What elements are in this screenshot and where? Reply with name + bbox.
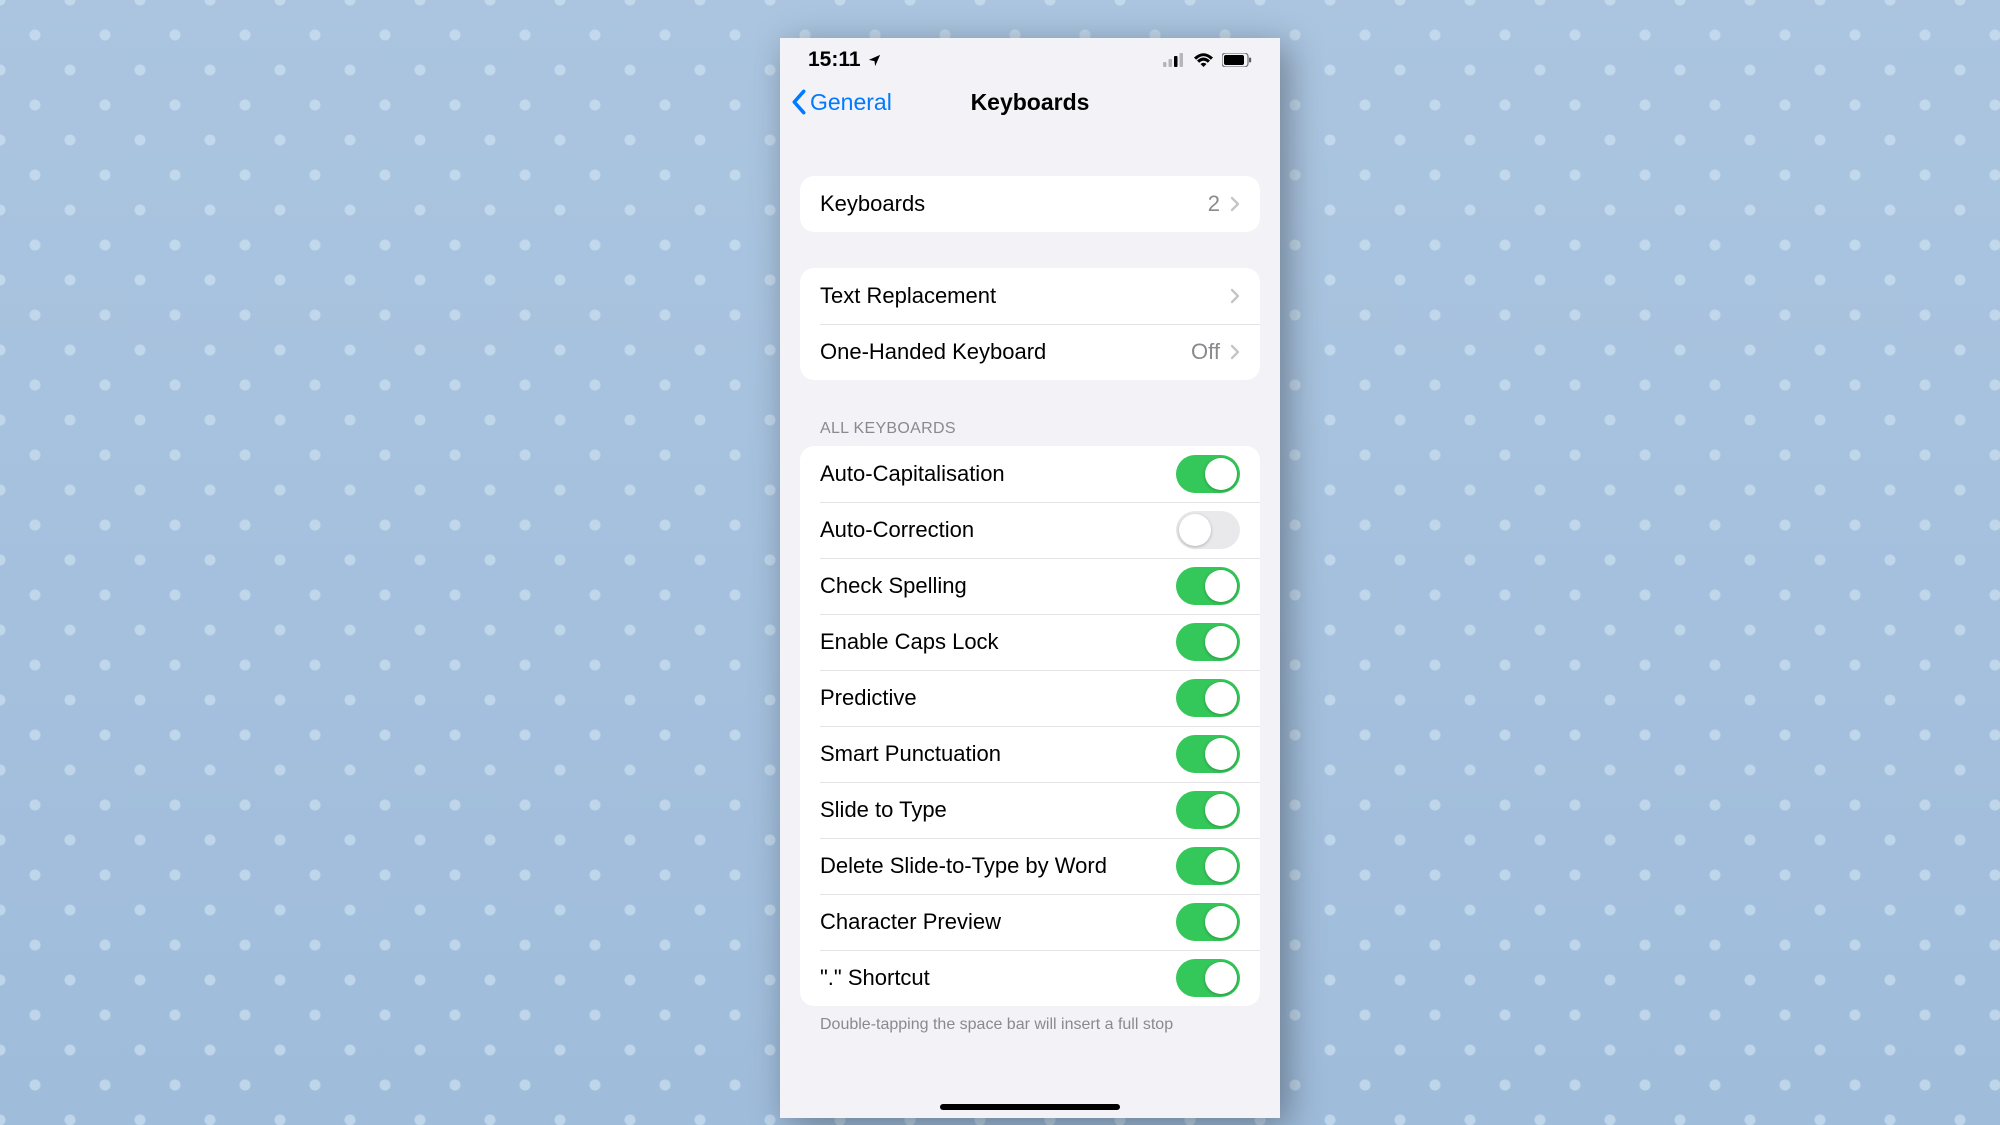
toggle-switch[interactable]	[1176, 959, 1240, 997]
row-toggle: Enable Caps Lock	[800, 614, 1260, 670]
toggle-switch[interactable]	[1176, 791, 1240, 829]
row-keyboards[interactable]: Keyboards 2	[800, 176, 1260, 232]
section-header-all-keyboards: ALL KEYBOARDS	[820, 420, 1240, 438]
row-toggle: Character Preview	[800, 894, 1260, 950]
toggle-switch[interactable]	[1176, 847, 1240, 885]
row-toggle: "." Shortcut	[800, 950, 1260, 1006]
back-button[interactable]: General	[788, 89, 892, 116]
settings-scroll[interactable]: Keyboards 2 Text Replacement	[780, 128, 1280, 1118]
row-value: 2	[1208, 191, 1220, 217]
row-toggle: Smart Punctuation	[800, 726, 1260, 782]
cellular-icon	[1163, 53, 1185, 67]
location-icon	[867, 53, 882, 68]
row-label: Auto-Correction	[820, 517, 974, 543]
row-label: Delete Slide-to-Type by Word	[820, 853, 1107, 879]
toggle-knob	[1205, 458, 1237, 490]
wifi-icon	[1193, 53, 1214, 68]
toggle-switch[interactable]	[1176, 679, 1240, 717]
row-label: Text Replacement	[820, 283, 996, 309]
toggle-knob	[1205, 850, 1237, 882]
battery-icon	[1222, 53, 1252, 67]
chevron-left-icon	[790, 89, 808, 115]
row-toggle: Slide to Type	[800, 782, 1260, 838]
phone-frame: 15:11	[780, 38, 1280, 1118]
chevron-right-icon	[1230, 344, 1240, 360]
row-toggle: Check Spelling	[800, 558, 1260, 614]
toggle-switch[interactable]	[1176, 735, 1240, 773]
chevron-right-icon	[1230, 288, 1240, 304]
toggle-switch[interactable]	[1176, 455, 1240, 493]
status-time: 15:11	[808, 48, 861, 72]
row-label: Slide to Type	[820, 797, 947, 823]
toggle-switch[interactable]	[1176, 567, 1240, 605]
toggle-knob	[1205, 570, 1237, 602]
toggle-knob	[1205, 682, 1237, 714]
section-footer: Double-tapping the space bar will insert…	[820, 1016, 1240, 1034]
row-toggle: Auto-Capitalisation	[800, 446, 1260, 502]
row-toggle: Delete Slide-to-Type by Word	[800, 838, 1260, 894]
toggle-knob	[1179, 514, 1211, 546]
row-value: Off	[1191, 339, 1220, 365]
row-label: Auto-Capitalisation	[820, 461, 1005, 487]
status-bar: 15:11	[780, 38, 1280, 76]
toggle-knob	[1205, 738, 1237, 770]
toggle-switch[interactable]	[1176, 623, 1240, 661]
toggle-knob	[1205, 962, 1237, 994]
row-label: One-Handed Keyboard	[820, 339, 1046, 365]
nav-header: General Keyboards	[780, 76, 1280, 128]
home-indicator[interactable]	[940, 1104, 1120, 1110]
chevron-right-icon	[1230, 196, 1240, 212]
row-label: Enable Caps Lock	[820, 629, 999, 655]
group-all-keyboards: Auto-Capitalisation Auto-Correction Check …	[800, 446, 1260, 1006]
toggle-knob	[1205, 906, 1237, 938]
row-text-replacement[interactable]: Text Replacement	[800, 268, 1260, 324]
back-label: General	[810, 89, 892, 116]
row-one-handed-keyboard[interactable]: One-Handed Keyboard Off	[800, 324, 1260, 380]
row-label: Check Spelling	[820, 573, 967, 599]
row-label: Keyboards	[820, 191, 925, 217]
toggle-knob	[1205, 626, 1237, 658]
row-toggle: Predictive	[800, 670, 1260, 726]
row-label: Smart Punctuation	[820, 741, 1001, 767]
row-label: Character Preview	[820, 909, 1001, 935]
group-text-options: Text Replacement One-Handed Keyboard Off	[800, 268, 1260, 380]
group-keyboards: Keyboards 2	[800, 176, 1260, 232]
row-label: Predictive	[820, 685, 917, 711]
row-label: "." Shortcut	[820, 965, 930, 991]
toggle-knob	[1205, 794, 1237, 826]
toggle-switch[interactable]	[1176, 903, 1240, 941]
row-toggle: Auto-Correction	[800, 502, 1260, 558]
toggle-switch[interactable]	[1176, 511, 1240, 549]
